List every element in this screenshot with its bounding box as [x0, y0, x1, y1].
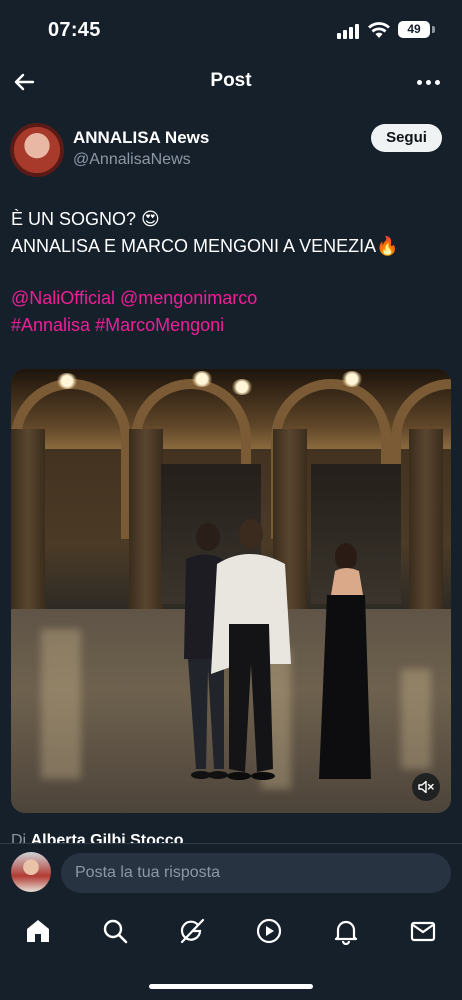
signal-icon: [337, 23, 361, 39]
author-name[interactable]: ANNALISA News: [73, 128, 209, 148]
tab-video[interactable]: [253, 915, 285, 947]
tweet-video[interactable]: [11, 369, 451, 813]
tweet-text: È UN SOGNO? 😍 ANNALISA E MARCO MENGONI A…: [11, 206, 451, 338]
person-right: [319, 543, 371, 779]
mail-icon: [410, 921, 436, 942]
follow-button[interactable]: Segui: [371, 124, 442, 152]
battery-nub: [432, 26, 435, 33]
post-header: Post: [0, 58, 462, 106]
lamp: [56, 373, 78, 389]
page-title: Post: [210, 70, 252, 91]
lamp: [231, 379, 253, 395]
status-bar: 07:45 49: [0, 0, 462, 60]
light-reflection: [41, 629, 81, 779]
tweet-line-2: ANNALISA E MARCO MENGONI A VENEZIA🔥: [11, 235, 399, 256]
person-middle: [211, 519, 291, 780]
hashtag-link[interactable]: #MarcoMengoni: [95, 315, 224, 335]
reply-input[interactable]: Posta la tua risposta: [61, 853, 451, 893]
bell-icon: [334, 920, 358, 945]
video-icon: [256, 918, 282, 944]
mute-button[interactable]: [412, 773, 440, 801]
home-indicator: [149, 984, 313, 989]
lamp: [191, 371, 213, 387]
user-avatar[interactable]: [11, 852, 51, 892]
tab-search[interactable]: [99, 915, 131, 947]
wifi-icon: [368, 22, 390, 38]
search-icon: [103, 919, 128, 944]
tweet-line-1: È UN SOGNO? 😍: [11, 209, 160, 229]
status-time: 07:45: [48, 19, 101, 41]
mention-link[interactable]: @NaliOfficial: [11, 288, 115, 308]
lamp: [341, 371, 363, 387]
more-dots-icon[interactable]: [412, 68, 444, 96]
author-avatar[interactable]: [10, 123, 64, 177]
author-handle[interactable]: @AnnalisaNews: [73, 151, 191, 169]
tab-notifications[interactable]: [330, 915, 362, 947]
grok-icon: [180, 918, 205, 944]
hashtag-link[interactable]: #Annalisa: [11, 315, 90, 335]
tab-grok[interactable]: [176, 915, 208, 947]
battery-indicator: 49: [398, 21, 430, 38]
mention-link[interactable]: @mengonimarco: [120, 288, 257, 308]
light-reflection: [401, 669, 431, 769]
speaker-muted-icon: [418, 780, 434, 794]
reply-bar: Posta la tua risposta: [0, 843, 462, 901]
tab-home[interactable]: [22, 915, 54, 947]
tab-messages[interactable]: [407, 915, 439, 947]
home-icon: [27, 920, 49, 942]
